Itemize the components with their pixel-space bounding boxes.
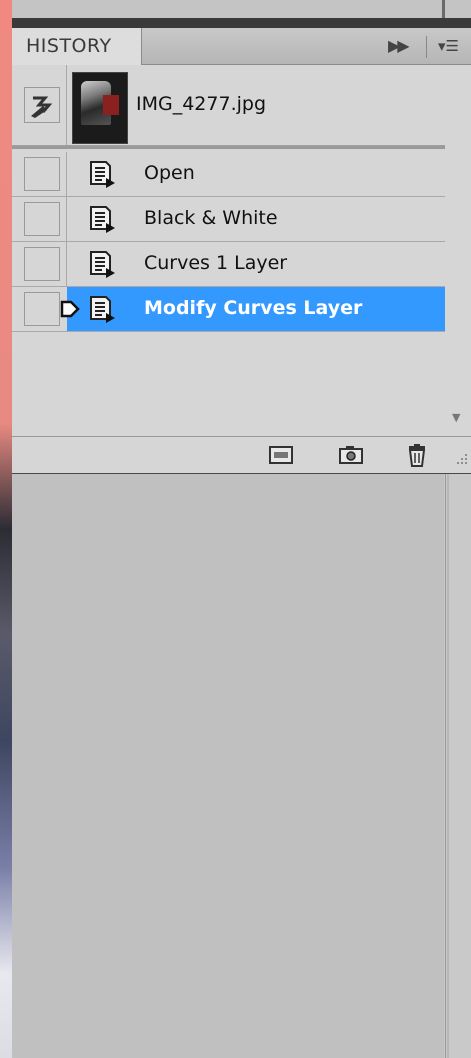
snapshot-name: IMG_4277.jpg [136, 93, 267, 115]
desktop-background [0, 0, 12, 1058]
document-state-icon [90, 206, 115, 233]
history-state-row[interactable]: Curves 1 Layer [12, 242, 445, 287]
history-list: IMG_4277.jpg Open Black & White Curves 1… [12, 65, 445, 436]
document-state-icon [90, 296, 115, 323]
snapshot-row[interactable]: IMG_4277.jpg [12, 65, 445, 146]
tab-history[interactable]: HISTORY [12, 28, 142, 65]
history-source-checkbox[interactable] [24, 202, 60, 236]
column-divider [66, 65, 67, 145]
history-brush-icon [31, 96, 53, 118]
history-source-checkbox[interactable] [24, 157, 60, 191]
history-state-label: Black & White [144, 207, 278, 229]
current-state-slider-icon[interactable] [60, 299, 80, 319]
history-state-label: Modify Curves Layer [144, 297, 363, 319]
tab-separator [426, 36, 427, 58]
document-state-icon [90, 251, 115, 278]
panel-tab-bar: HISTORY ▶▶ ▾☰ [12, 28, 471, 65]
trash-icon[interactable] [404, 443, 430, 467]
history-source-checkbox[interactable] [24, 292, 60, 326]
document-state-icon [90, 161, 115, 188]
panel-menu-icon[interactable]: ▾☰ [438, 28, 459, 64]
history-panel: HISTORY ▶▶ ▾☰ IMG_4277.jpg Open Black & … [12, 28, 471, 474]
history-state-label: Open [144, 162, 195, 184]
snapshot-thumbnail [72, 72, 128, 144]
panel-dock-divider [12, 18, 471, 28]
column-divider [66, 152, 67, 196]
history-state-row[interactable]: Black & White [12, 197, 445, 242]
history-state-label: Curves 1 Layer [144, 252, 288, 274]
column-divider [66, 197, 67, 241]
history-state-row[interactable]: Open [12, 152, 445, 197]
empty-dock-area [12, 475, 444, 1058]
new-document-icon[interactable] [268, 443, 294, 467]
column-divider [66, 242, 67, 286]
snapshot-separator [12, 146, 445, 149]
fast-forward-icon[interactable]: ▶▶ [388, 28, 410, 64]
camera-icon[interactable] [338, 443, 364, 467]
history-source-checkbox[interactable] [24, 87, 60, 123]
top-panel-area [12, 0, 471, 18]
resize-grip-icon[interactable] [456, 453, 468, 465]
scroll-down-arrow-icon[interactable]: ▼ [452, 411, 460, 424]
history-state-row-selected[interactable]: Modify Curves Layer [12, 287, 445, 332]
panel-bottom-toolbar [12, 436, 471, 473]
history-source-checkbox[interactable] [24, 247, 60, 281]
